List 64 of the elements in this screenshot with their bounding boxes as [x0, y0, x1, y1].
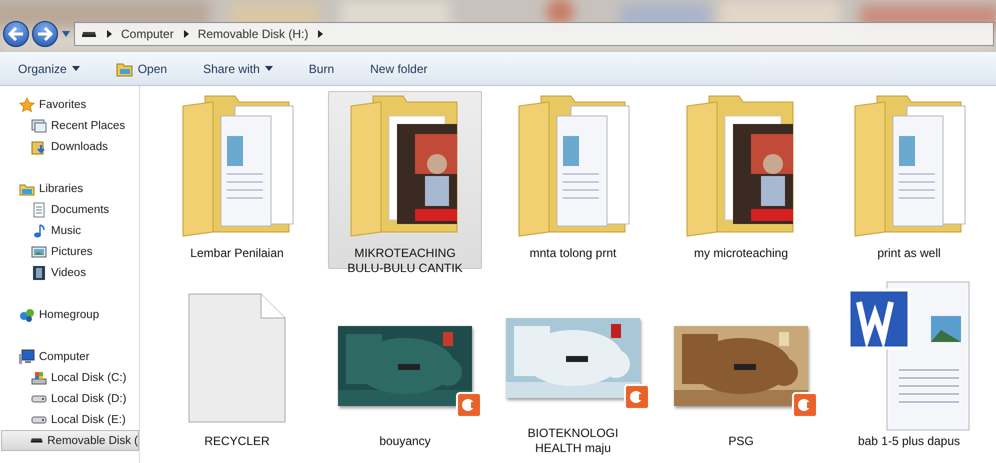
file-item[interactable]: BIOTEKNOLOGI HEALTH maju: [496, 279, 650, 457]
sidebar-header[interactable]: Libraries: [0, 178, 139, 199]
arrow-icon[interactable]: [316, 30, 324, 38]
sidebar-header[interactable]: Favorites: [0, 94, 139, 115]
sidebar-item[interactable]: Pictures: [0, 241, 139, 262]
file-item[interactable]: mnta tolong prnt: [496, 91, 650, 269]
toolbar-button[interactable]: Organize: [10, 58, 88, 80]
videos-icon: [31, 264, 47, 280]
computer-icon: [19, 348, 35, 364]
sidebar-item[interactable]: Local Disk (E:): [0, 409, 139, 430]
file-item[interactable]: my microteaching: [664, 91, 818, 269]
sidebar-item[interactable]: Downloads: [0, 136, 139, 157]
powerpoint-badge-icon: [624, 384, 650, 410]
toolbar-button[interactable]: Share with: [195, 58, 281, 80]
file-name: Lembar Penilaian: [189, 246, 285, 261]
system-disk-icon: [31, 370, 47, 386]
right-arrow-icon: [37, 27, 53, 41]
file-item[interactable]: print as well: [832, 91, 986, 269]
toolbar-button[interactable]: Open: [108, 56, 176, 80]
file-name: bab 1-5 plus dapus: [856, 434, 962, 449]
file-name: my microteaching: [692, 246, 790, 261]
breadcrumb[interactable]: Computer: [121, 27, 174, 41]
homegroup-icon: [19, 306, 35, 322]
file-item[interactable]: bouyancy: [328, 279, 482, 457]
file-name: mnta tolong prnt: [528, 246, 618, 261]
music-icon: [31, 222, 47, 238]
documents-icon: [31, 202, 47, 218]
blank-file-icon: [187, 292, 287, 424]
file-name: PSG: [727, 434, 755, 449]
downloads-icon: [31, 138, 47, 154]
file-name: BIOTEKNOLOGI HEALTH maju: [526, 426, 620, 456]
sidebar-item[interactable]: Music: [0, 220, 139, 241]
sidebar-item[interactable]: Documents: [0, 199, 139, 220]
folder-icon: [116, 60, 133, 76]
toolbar-button[interactable]: Burn: [300, 58, 342, 80]
star-icon: [19, 96, 35, 112]
sidebar-header[interactable]: Computer: [0, 346, 139, 367]
toolbar-button[interactable]: New folder: [362, 58, 436, 80]
breadcrumb[interactable]: Removable Disk (H:): [198, 27, 308, 41]
file-name: bouyancy: [378, 434, 432, 449]
drive-icon: [81, 30, 97, 38]
file-item[interactable]: PSG: [664, 279, 818, 457]
sidebar-item[interactable]: Local Disk (D:): [0, 388, 139, 409]
file-name: RECYCLER: [203, 434, 271, 449]
left-arrow-icon: [8, 27, 24, 41]
powerpoint-badge-icon: [792, 392, 818, 418]
sidebar-header[interactable]: Homegroup: [0, 304, 139, 325]
file-item[interactable]: bab 1-5 plus dapus: [832, 279, 986, 457]
file-item[interactable]: RECYCLER: [160, 279, 314, 457]
sidebar-item[interactable]: Videos: [0, 262, 139, 283]
powerpoint-badge-icon: [456, 392, 482, 418]
sidebar-item[interactable]: Local Disk (C:): [0, 367, 139, 388]
arrow-icon[interactable]: [182, 30, 190, 38]
file-name: print as well: [876, 246, 942, 261]
pictures-icon: [31, 244, 47, 260]
recent-icon: [31, 118, 47, 134]
caret-icon: [264, 66, 273, 71]
sidebar-item[interactable]: Removable Disk (: [1, 430, 139, 451]
sidebar-item[interactable]: Recent Places: [0, 115, 139, 136]
address-bar[interactable]: Computer Removable Disk (H:): [74, 22, 994, 46]
caret-icon: [72, 66, 80, 71]
drive-icon: [30, 437, 44, 444]
file-item[interactable]: Lembar Penilaian: [160, 91, 314, 269]
arrow-icon[interactable]: [105, 30, 113, 38]
